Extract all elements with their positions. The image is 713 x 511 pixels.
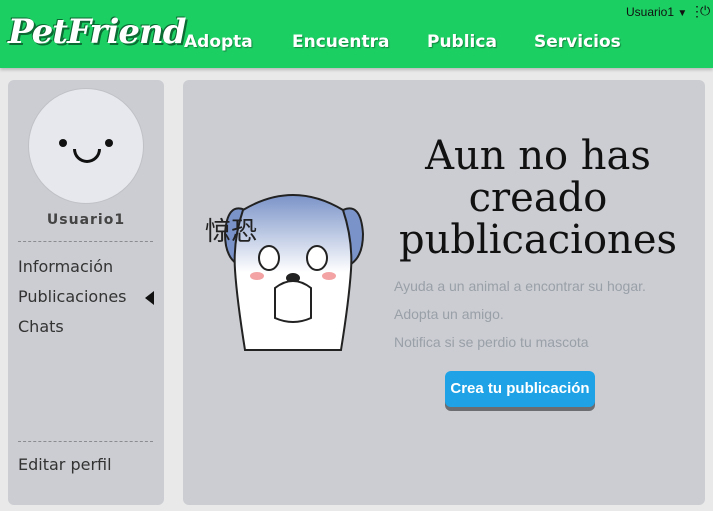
sidebar-divider	[18, 241, 153, 242]
nav-adopta[interactable]: Adopta	[184, 32, 253, 52]
sidebar-divider	[18, 441, 153, 442]
sidebar-item-chats[interactable]: Chats	[18, 317, 64, 336]
nav-publica[interactable]: Publica	[427, 32, 497, 52]
nav-encuentra[interactable]: Encuentra	[292, 32, 390, 52]
publications-panel: 惊恐 Aun no has creado publicaciones Ayuda…	[183, 80, 705, 505]
user-menu[interactable]: Usuario1 ▼	[626, 5, 687, 19]
headline-line-3: publicaciones	[398, 217, 678, 263]
petfriend-logo[interactable]: PetFriend	[8, 12, 186, 52]
scared-dog-illustration: 惊恐	[205, 194, 365, 351]
empty-state-headline: Aun no has creado publicaciones	[383, 135, 693, 261]
create-publication-button[interactable]: Crea tu publicación	[445, 371, 595, 407]
avatar	[28, 88, 144, 204]
edit-profile-link[interactable]: Editar perfil	[18, 455, 112, 474]
sidebar-item-publicaciones[interactable]: Publicaciones	[18, 287, 127, 306]
user-menu-label: Usuario1	[626, 5, 675, 19]
headline-line-1: Aun no has	[425, 133, 651, 179]
tip-text: Ayuda a un animal a encontrar su hogar.	[394, 278, 646, 294]
avatar-right-eye	[105, 139, 113, 147]
caret-down-icon: ▼	[677, 8, 688, 19]
sidebar-item-informacion[interactable]: Información	[18, 257, 113, 276]
sidebar-username: Usuario1	[46, 212, 126, 228]
illustration-caption: 惊恐	[205, 217, 257, 247]
nav-servicios[interactable]: Servicios	[534, 32, 621, 52]
profile-sidebar: Usuario1 Información Publicaciones Chats…	[8, 80, 164, 505]
active-indicator-icon	[145, 291, 154, 305]
top-navbar: PetFriend Adopta Encuentra Publica Servi…	[0, 0, 713, 68]
avatar-left-eye	[59, 139, 67, 147]
avatar-mouth	[73, 149, 101, 163]
headline-line-2: creado	[468, 175, 608, 221]
tip-text: Notifica si se perdio tu mascota	[394, 334, 589, 350]
tip-text: Adopta un amigo.	[394, 306, 504, 322]
power-icon[interactable]: ⏻	[700, 3, 710, 19]
